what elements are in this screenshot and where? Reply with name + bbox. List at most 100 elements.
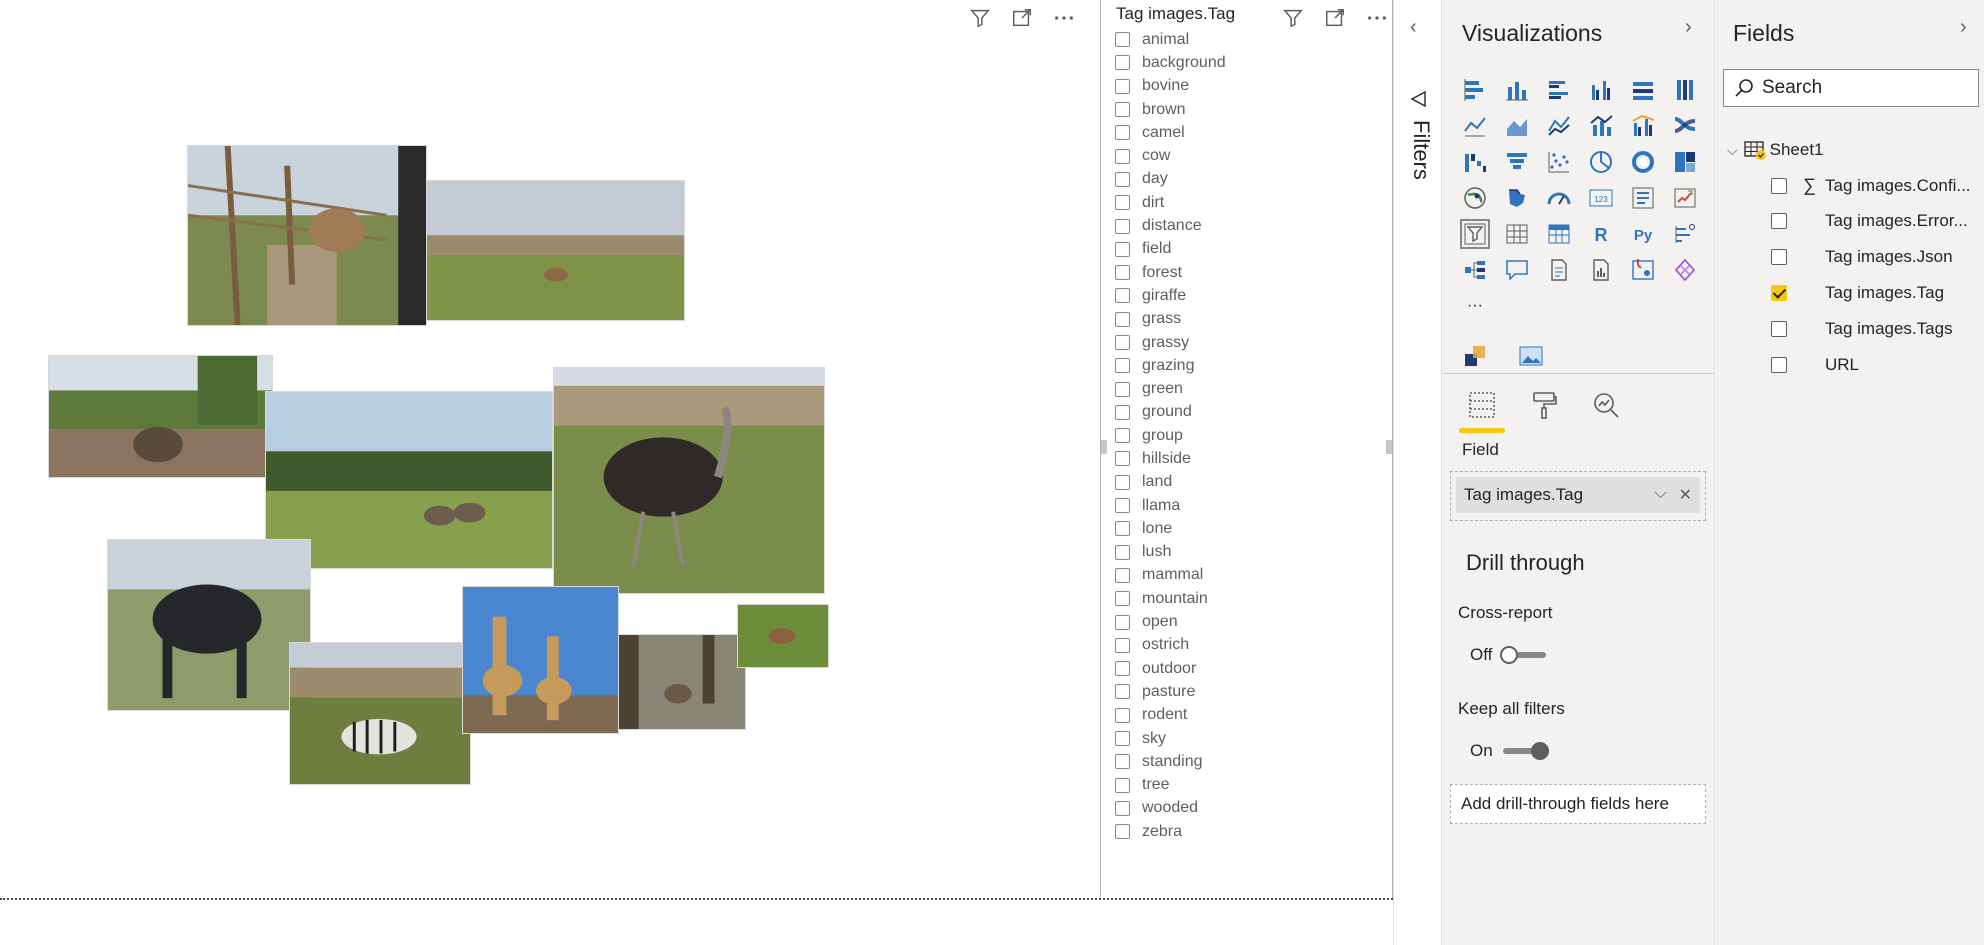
slicer-checkbox[interactable] bbox=[1115, 707, 1130, 723]
line-column-icon[interactable] bbox=[1580, 108, 1622, 144]
stacked-column-icon[interactable] bbox=[1496, 72, 1538, 108]
field-checkbox[interactable] bbox=[1771, 177, 1787, 194]
r-visual-icon[interactable]: R bbox=[1580, 216, 1622, 252]
slicer-checkbox[interactable] bbox=[1115, 102, 1130, 118]
format-paint-roller-icon[interactable] bbox=[1524, 385, 1564, 425]
slicer-item[interactable]: dirt bbox=[1115, 191, 1226, 214]
slicer-checkbox[interactable] bbox=[1115, 498, 1130, 514]
slicer-checkbox[interactable] bbox=[1115, 125, 1130, 141]
slicer-item[interactable]: open bbox=[1115, 610, 1226, 633]
slicer-checkbox[interactable] bbox=[1115, 195, 1130, 211]
slicer-checkbox[interactable] bbox=[1115, 567, 1130, 583]
field-item[interactable]: Tag images.Error... bbox=[1771, 211, 1968, 231]
close-icon[interactable]: ✕ bbox=[1679, 485, 1692, 505]
slicer-checkbox[interactable] bbox=[1115, 335, 1130, 350]
wallaby-photo[interactable] bbox=[618, 634, 746, 730]
filters-label[interactable]: Filters bbox=[1408, 120, 1434, 180]
slicer-checkbox[interactable] bbox=[1115, 451, 1130, 467]
slicer-checkbox[interactable] bbox=[1115, 78, 1130, 94]
slicer-checkbox[interactable] bbox=[1115, 661, 1130, 677]
slicer-item[interactable]: standing bbox=[1115, 750, 1226, 773]
wildebeest-photo[interactable] bbox=[107, 539, 311, 711]
resize-handle[interactable] bbox=[1101, 440, 1107, 454]
slicer-item[interactable]: grass bbox=[1115, 308, 1226, 331]
ribbon-icon[interactable] bbox=[1664, 108, 1706, 144]
field-item[interactable]: Tag images.Tag bbox=[1771, 283, 1944, 303]
slicer-checkbox[interactable] bbox=[1115, 731, 1130, 747]
field-item[interactable]: Tag images.Json bbox=[1771, 247, 1953, 267]
slicer-checkbox[interactable] bbox=[1115, 311, 1130, 327]
slicer-checkbox[interactable] bbox=[1115, 684, 1130, 700]
slicer-item[interactable]: llama bbox=[1115, 494, 1226, 517]
fields-search-box[interactable] bbox=[1723, 69, 1979, 107]
slicer-item[interactable]: green bbox=[1115, 377, 1226, 400]
line-icon[interactable] bbox=[1454, 108, 1496, 144]
slicer-checkbox[interactable] bbox=[1115, 265, 1130, 281]
waterfall-icon[interactable] bbox=[1454, 144, 1496, 180]
more-options-icon[interactable] bbox=[1050, 4, 1078, 32]
slicer-checkbox[interactable] bbox=[1115, 171, 1130, 187]
area-icon[interactable] bbox=[1496, 108, 1538, 144]
field-checkbox[interactable] bbox=[1771, 357, 1787, 373]
deer-field-photo[interactable] bbox=[426, 180, 685, 321]
field-item[interactable]: ∑ Tag images.Confi... bbox=[1771, 175, 1971, 196]
slicer-item[interactable]: camel bbox=[1115, 121, 1226, 144]
slicer-item[interactable]: cow bbox=[1115, 144, 1226, 167]
slicer-checkbox[interactable] bbox=[1115, 591, 1130, 607]
theme-colors-icon[interactable] bbox=[1454, 338, 1496, 374]
table-node-sheet1[interactable]: ⌵ Sheet1 bbox=[1727, 140, 1824, 160]
slicer-checkbox[interactable] bbox=[1115, 754, 1130, 770]
100-bar-icon[interactable] bbox=[1622, 72, 1664, 108]
slicer-item[interactable]: day bbox=[1115, 168, 1226, 191]
slicer-checkbox[interactable] bbox=[1115, 218, 1130, 234]
slicer-checkbox[interactable] bbox=[1115, 544, 1130, 560]
slicer-checkbox[interactable] bbox=[1115, 32, 1130, 48]
slicer-item[interactable]: zebra bbox=[1115, 820, 1226, 843]
map-icon[interactable] bbox=[1454, 180, 1496, 216]
decomposition-tree-icon[interactable] bbox=[1454, 252, 1496, 288]
resize-handle[interactable] bbox=[1386, 440, 1392, 454]
report-canvas[interactable]: Tag images.Tag animal background bovine bro… bbox=[0, 0, 1393, 945]
capybara-farm-photo[interactable] bbox=[48, 355, 273, 478]
filter-icon[interactable] bbox=[1279, 4, 1307, 32]
slicer-item[interactable]: hillside bbox=[1115, 447, 1226, 470]
slicer-icon[interactable] bbox=[1454, 216, 1496, 252]
slicer-item[interactable]: tree bbox=[1115, 774, 1226, 797]
treemap-icon[interactable] bbox=[1664, 144, 1706, 180]
search-input[interactable] bbox=[1762, 77, 1962, 99]
chevron-right-icon[interactable]: › bbox=[1960, 16, 1967, 39]
slicer-item[interactable]: lush bbox=[1115, 541, 1226, 564]
slicer-item[interactable]: wooded bbox=[1115, 797, 1226, 820]
table-icon[interactable] bbox=[1496, 216, 1538, 252]
slicer-item[interactable]: field bbox=[1115, 238, 1226, 261]
slicer-item[interactable]: rodent bbox=[1115, 704, 1226, 727]
ostrich-photo[interactable] bbox=[553, 367, 825, 594]
power-automate-icon[interactable] bbox=[1664, 252, 1706, 288]
slicer-item[interactable]: grazing bbox=[1115, 354, 1226, 377]
field-checkbox[interactable] bbox=[1771, 321, 1787, 337]
capybara-grass-photo[interactable] bbox=[737, 604, 829, 668]
filled-map-icon[interactable] bbox=[1496, 180, 1538, 216]
slicer-item[interactable]: background bbox=[1115, 51, 1226, 74]
clustered-column-icon[interactable] bbox=[1580, 72, 1622, 108]
scatter-icon[interactable] bbox=[1538, 144, 1580, 180]
chevron-down-icon[interactable]: ⌵ bbox=[1654, 485, 1666, 505]
clustered-bar-icon[interactable] bbox=[1538, 72, 1580, 108]
slicer-checkbox[interactable] bbox=[1115, 404, 1130, 420]
slicer-checkbox[interactable] bbox=[1115, 381, 1130, 397]
slicer-checkbox[interactable] bbox=[1115, 824, 1130, 840]
slicer-item[interactable]: mammal bbox=[1115, 564, 1226, 587]
stacked-area-icon[interactable] bbox=[1538, 108, 1580, 144]
smart-narrative-icon[interactable] bbox=[1538, 252, 1580, 288]
slicer-checkbox[interactable] bbox=[1115, 637, 1130, 653]
field-chip[interactable]: Tag images.Tag ⌵ ✕ bbox=[1456, 477, 1700, 513]
slicer-checkbox[interactable] bbox=[1115, 521, 1130, 537]
tag-slicer[interactable]: Tag images.Tag animal background bovine bro… bbox=[1100, 0, 1393, 898]
keep-filters-toggle[interactable]: On bbox=[1470, 741, 1549, 761]
power-apps-icon[interactable] bbox=[1622, 252, 1664, 288]
python-visual-icon[interactable]: Py bbox=[1622, 216, 1664, 252]
slicer-item[interactable]: sky bbox=[1115, 727, 1226, 750]
chevron-down-icon[interactable]: ⌵ bbox=[1727, 142, 1738, 159]
slicer-item[interactable]: mountain bbox=[1115, 587, 1226, 610]
slicer-item[interactable]: ground bbox=[1115, 401, 1226, 424]
